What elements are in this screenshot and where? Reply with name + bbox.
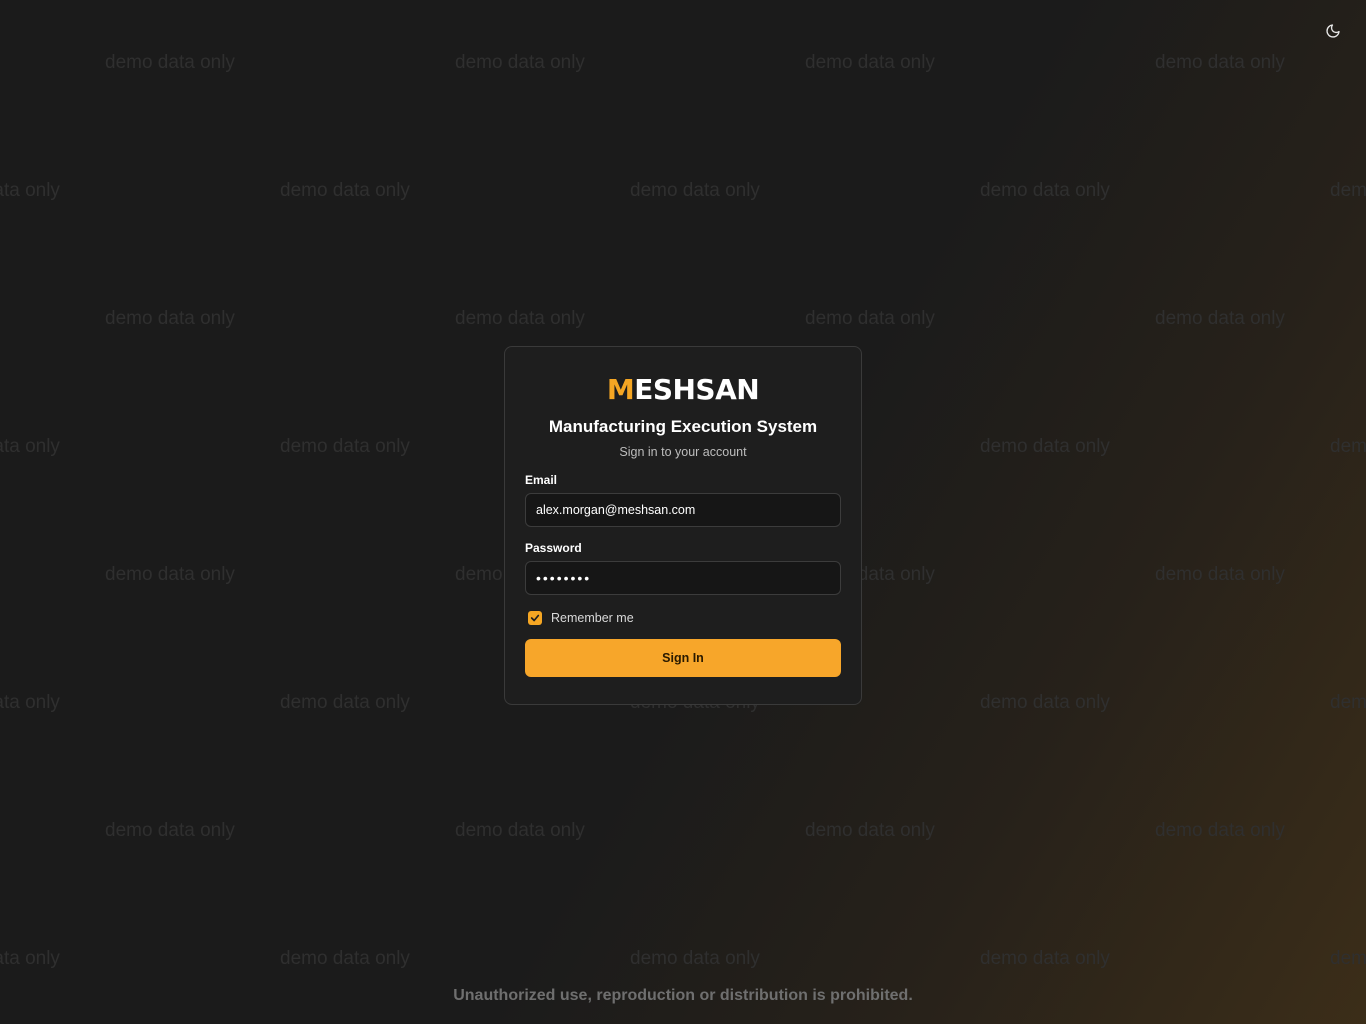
watermark-text: demo data only xyxy=(805,820,935,841)
sign-in-button[interactable]: Sign In xyxy=(525,639,841,677)
watermark-text: demo data only xyxy=(105,564,235,585)
watermark-text: demo data only xyxy=(1330,180,1366,201)
moon-icon xyxy=(1326,24,1340,38)
checkmark-icon xyxy=(530,614,540,622)
theme-toggle-button[interactable] xyxy=(1320,18,1346,44)
email-field[interactable]: alex.morgan@meshsan.com xyxy=(525,493,841,527)
remember-me-checkbox[interactable] xyxy=(528,611,542,625)
watermark-text: demo data only xyxy=(105,820,235,841)
brand-logo: MESHSAN xyxy=(525,371,841,407)
watermark-text: demo data only xyxy=(0,692,60,713)
watermark-text: demo data only xyxy=(1155,564,1285,585)
watermark-text: demo data only xyxy=(1155,52,1285,73)
email-label: Email xyxy=(525,473,558,487)
logo-wordmark: MESHSAN xyxy=(606,372,760,406)
watermark-text: demo data only xyxy=(105,308,235,329)
login-card: MESHSAN Manufacturing Execution System S… xyxy=(504,346,862,705)
watermark-text: demo data only xyxy=(1330,692,1366,713)
watermark-text: demo data only xyxy=(805,52,935,73)
page-subtitle: Sign in to your account xyxy=(619,445,747,459)
watermark-text: demo data only xyxy=(980,436,1110,457)
watermark-text: demo data only xyxy=(1155,820,1285,841)
password-label: Password xyxy=(525,541,582,555)
watermark-text: demo data only xyxy=(455,308,585,329)
watermark-text: demo data only xyxy=(805,308,935,329)
logo-rest: ESHSAN xyxy=(634,372,760,406)
watermark-text: demo data only xyxy=(980,948,1110,969)
watermark-text: demo data only xyxy=(105,52,235,73)
watermark-text: demo data only xyxy=(980,692,1110,713)
watermark-text: demo data only xyxy=(0,948,60,969)
watermark-text: demo data only xyxy=(0,180,60,201)
watermark-text: demo data only xyxy=(455,52,585,73)
footer-notice: Unauthorized use, reproduction or distri… xyxy=(453,987,913,1004)
logo-accent-m: M xyxy=(606,372,635,406)
password-field[interactable]: •••••••• xyxy=(525,561,841,595)
watermark-text: demo data only xyxy=(455,820,585,841)
watermark-text: demo data only xyxy=(630,180,760,201)
watermark-text: demo data only xyxy=(1155,308,1285,329)
watermark-text: demo data only xyxy=(280,692,410,713)
page-title: Manufacturing Execution System xyxy=(548,417,818,436)
watermark-text: demo data only xyxy=(1330,948,1366,969)
watermark-text: demo data only xyxy=(980,180,1110,201)
watermark-text: demo data only xyxy=(630,948,760,969)
remember-me-row: Remember me xyxy=(528,611,841,625)
watermark-text: demo data only xyxy=(280,948,410,969)
watermark-text: demo data only xyxy=(280,180,410,201)
watermark-text: demo data only xyxy=(280,436,410,457)
watermark-text: demo data only xyxy=(1330,436,1366,457)
watermark-text: demo data only xyxy=(0,436,60,457)
remember-me-label: Remember me xyxy=(551,611,634,625)
